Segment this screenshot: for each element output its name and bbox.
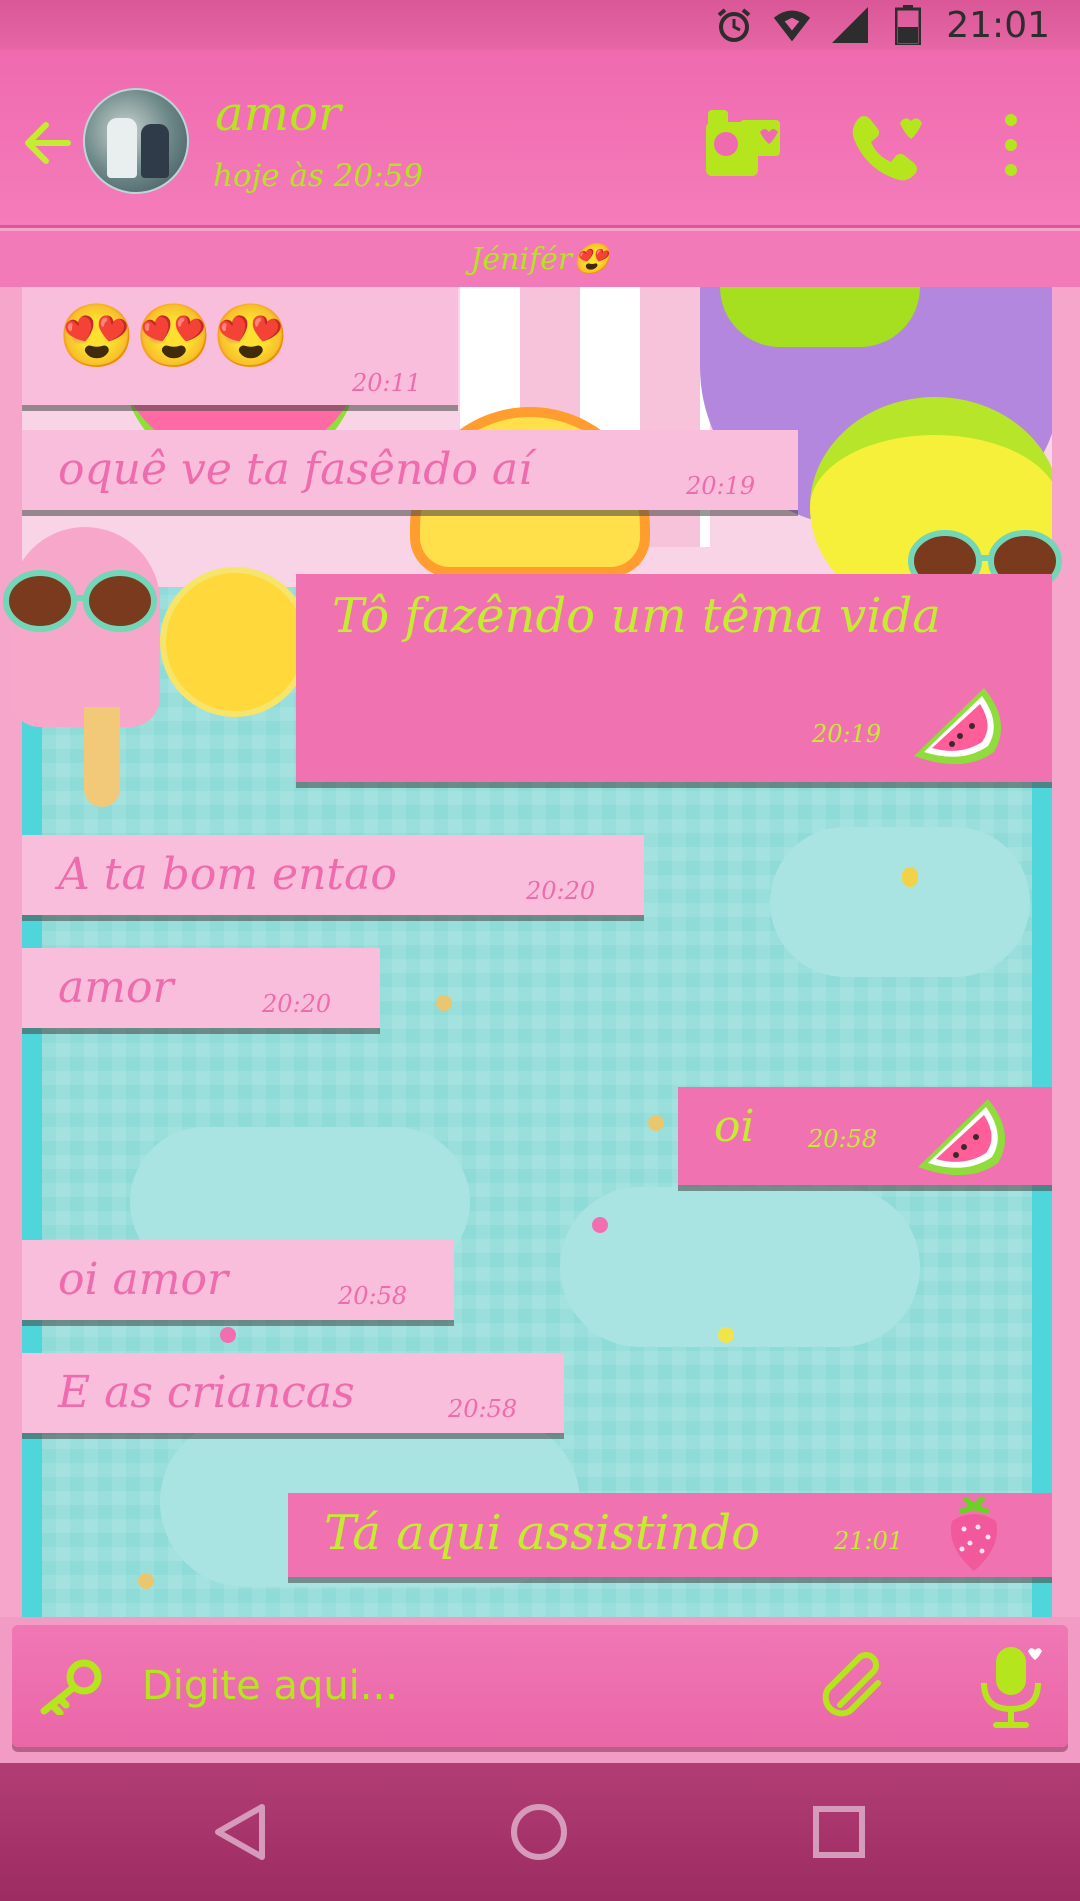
strawberry-icon [950, 1497, 998, 1571]
phone-heart-icon [852, 116, 922, 181]
back-button[interactable] [20, 115, 76, 171]
alarm-icon [714, 5, 754, 45]
message-time: 21:01 [834, 1527, 904, 1555]
emoji-key-button[interactable] [34, 1655, 104, 1717]
signal-icon [830, 5, 870, 45]
message-bubble-incoming[interactable]: amor 20:20 [22, 948, 380, 1028]
status-bar: 21:01 [0, 0, 1080, 50]
back-arrow-icon [25, 122, 71, 164]
message-text: oquê ve ta fasêndo aí [58, 444, 533, 495]
attach-icon [822, 1652, 881, 1717]
more-options-button[interactable] [996, 112, 1026, 178]
nav-home-button[interactable] [504, 1797, 574, 1867]
more-vert-icon [1005, 114, 1017, 176]
video-call-button[interactable] [700, 102, 784, 182]
key-icon [40, 1659, 102, 1717]
contact-avatar[interactable] [83, 88, 189, 194]
watermelon-icon [914, 688, 1002, 765]
sparkle-decoration [718, 1327, 734, 1343]
message-bubble-incoming[interactable]: A ta bom entao 20:20 [22, 835, 644, 915]
chat-area[interactable]: 😍😍😍 20:11 oquê ve ta fasêndo aí 20:19 Tô… [0, 287, 1080, 1617]
popsicle-stick-decoration [84, 707, 120, 807]
wallpaper-border-left [0, 287, 22, 1617]
message-text: Tá aqui assistindo [324, 1505, 761, 1561]
message-text: A ta bom entao [58, 849, 397, 900]
last-seen-status: hoje às 20:59 [213, 158, 424, 194]
status-time: 21:01 [946, 4, 1050, 46]
nav-recents-button[interactable] [804, 1797, 874, 1867]
message-time: 20:58 [448, 1395, 518, 1423]
message-text: E as criancas [58, 1367, 355, 1418]
nav-back-button[interactable] [206, 1797, 276, 1867]
leaf-decoration [720, 287, 920, 347]
message-time: 20:11 [352, 369, 422, 397]
phone-call-button[interactable] [848, 105, 928, 181]
chat-header: amor hoje às 20:59 [0, 50, 1080, 228]
sparkle-decoration [902, 867, 918, 883]
wallpaper-edge-left [22, 637, 42, 1617]
message-text: oi amor [58, 1254, 229, 1305]
sparkle-decoration [220, 1327, 236, 1343]
wifi-icon [772, 5, 812, 45]
sunglasses-decoration [3, 570, 157, 632]
battery-icon [888, 5, 928, 45]
message-bubble-outgoing[interactable]: oi 20:58 [678, 1087, 1052, 1185]
message-time: 20:58 [338, 1282, 408, 1310]
message-bubble-outgoing[interactable]: Tô fazêndo um têma vida 20:19 [296, 574, 1052, 782]
composer-area [0, 1617, 1080, 1763]
cloud-decoration [560, 1187, 920, 1347]
message-text: Tô fazêndo um têma vida [332, 588, 941, 644]
sparkle-decoration [436, 995, 452, 1011]
back-triangle-icon [215, 1804, 265, 1860]
message-text: oi [714, 1101, 755, 1152]
system-nav-bar [0, 1763, 1080, 1901]
mic-icon [981, 1647, 1042, 1728]
home-circle-icon [511, 1804, 567, 1860]
lemon-decoration [160, 567, 310, 717]
message-bubble-incoming[interactable]: 😍😍😍 20:11 [22, 287, 458, 405]
message-time: 20:19 [812, 720, 882, 748]
message-time: 20:19 [686, 472, 756, 500]
watermelon-icon [918, 1099, 1006, 1176]
message-time: 20:20 [262, 990, 332, 1018]
emoji-message: 😍😍😍 [58, 299, 290, 372]
contact-name[interactable]: amor [215, 86, 341, 142]
message-text: amor [58, 962, 174, 1013]
composer-bar [12, 1625, 1068, 1747]
message-bubble-outgoing[interactable]: Tá aqui assistindo 21:01 [288, 1493, 1052, 1577]
message-bubble-incoming[interactable]: oi amor 20:58 [22, 1240, 454, 1320]
message-bubble-incoming[interactable]: oquê ve ta fasêndo aí 20:19 [22, 430, 798, 510]
wallpaper-border-right [1052, 287, 1080, 1617]
contact-name-strip: Jénifér😍 [0, 231, 1080, 287]
attach-button[interactable] [820, 1651, 890, 1721]
mic-button[interactable] [976, 1643, 1046, 1729]
recents-square-icon [813, 1806, 865, 1858]
video-call-icon [706, 110, 780, 176]
message-time: 20:20 [526, 877, 596, 905]
message-time: 20:58 [808, 1125, 878, 1153]
sparkle-decoration [138, 1573, 154, 1589]
sparkle-decoration [648, 1115, 664, 1131]
message-input[interactable] [142, 1649, 802, 1723]
cloud-decoration [770, 827, 1030, 977]
message-bubble-incoming[interactable]: E as criancas 20:58 [22, 1353, 564, 1433]
sparkle-decoration [592, 1217, 608, 1233]
